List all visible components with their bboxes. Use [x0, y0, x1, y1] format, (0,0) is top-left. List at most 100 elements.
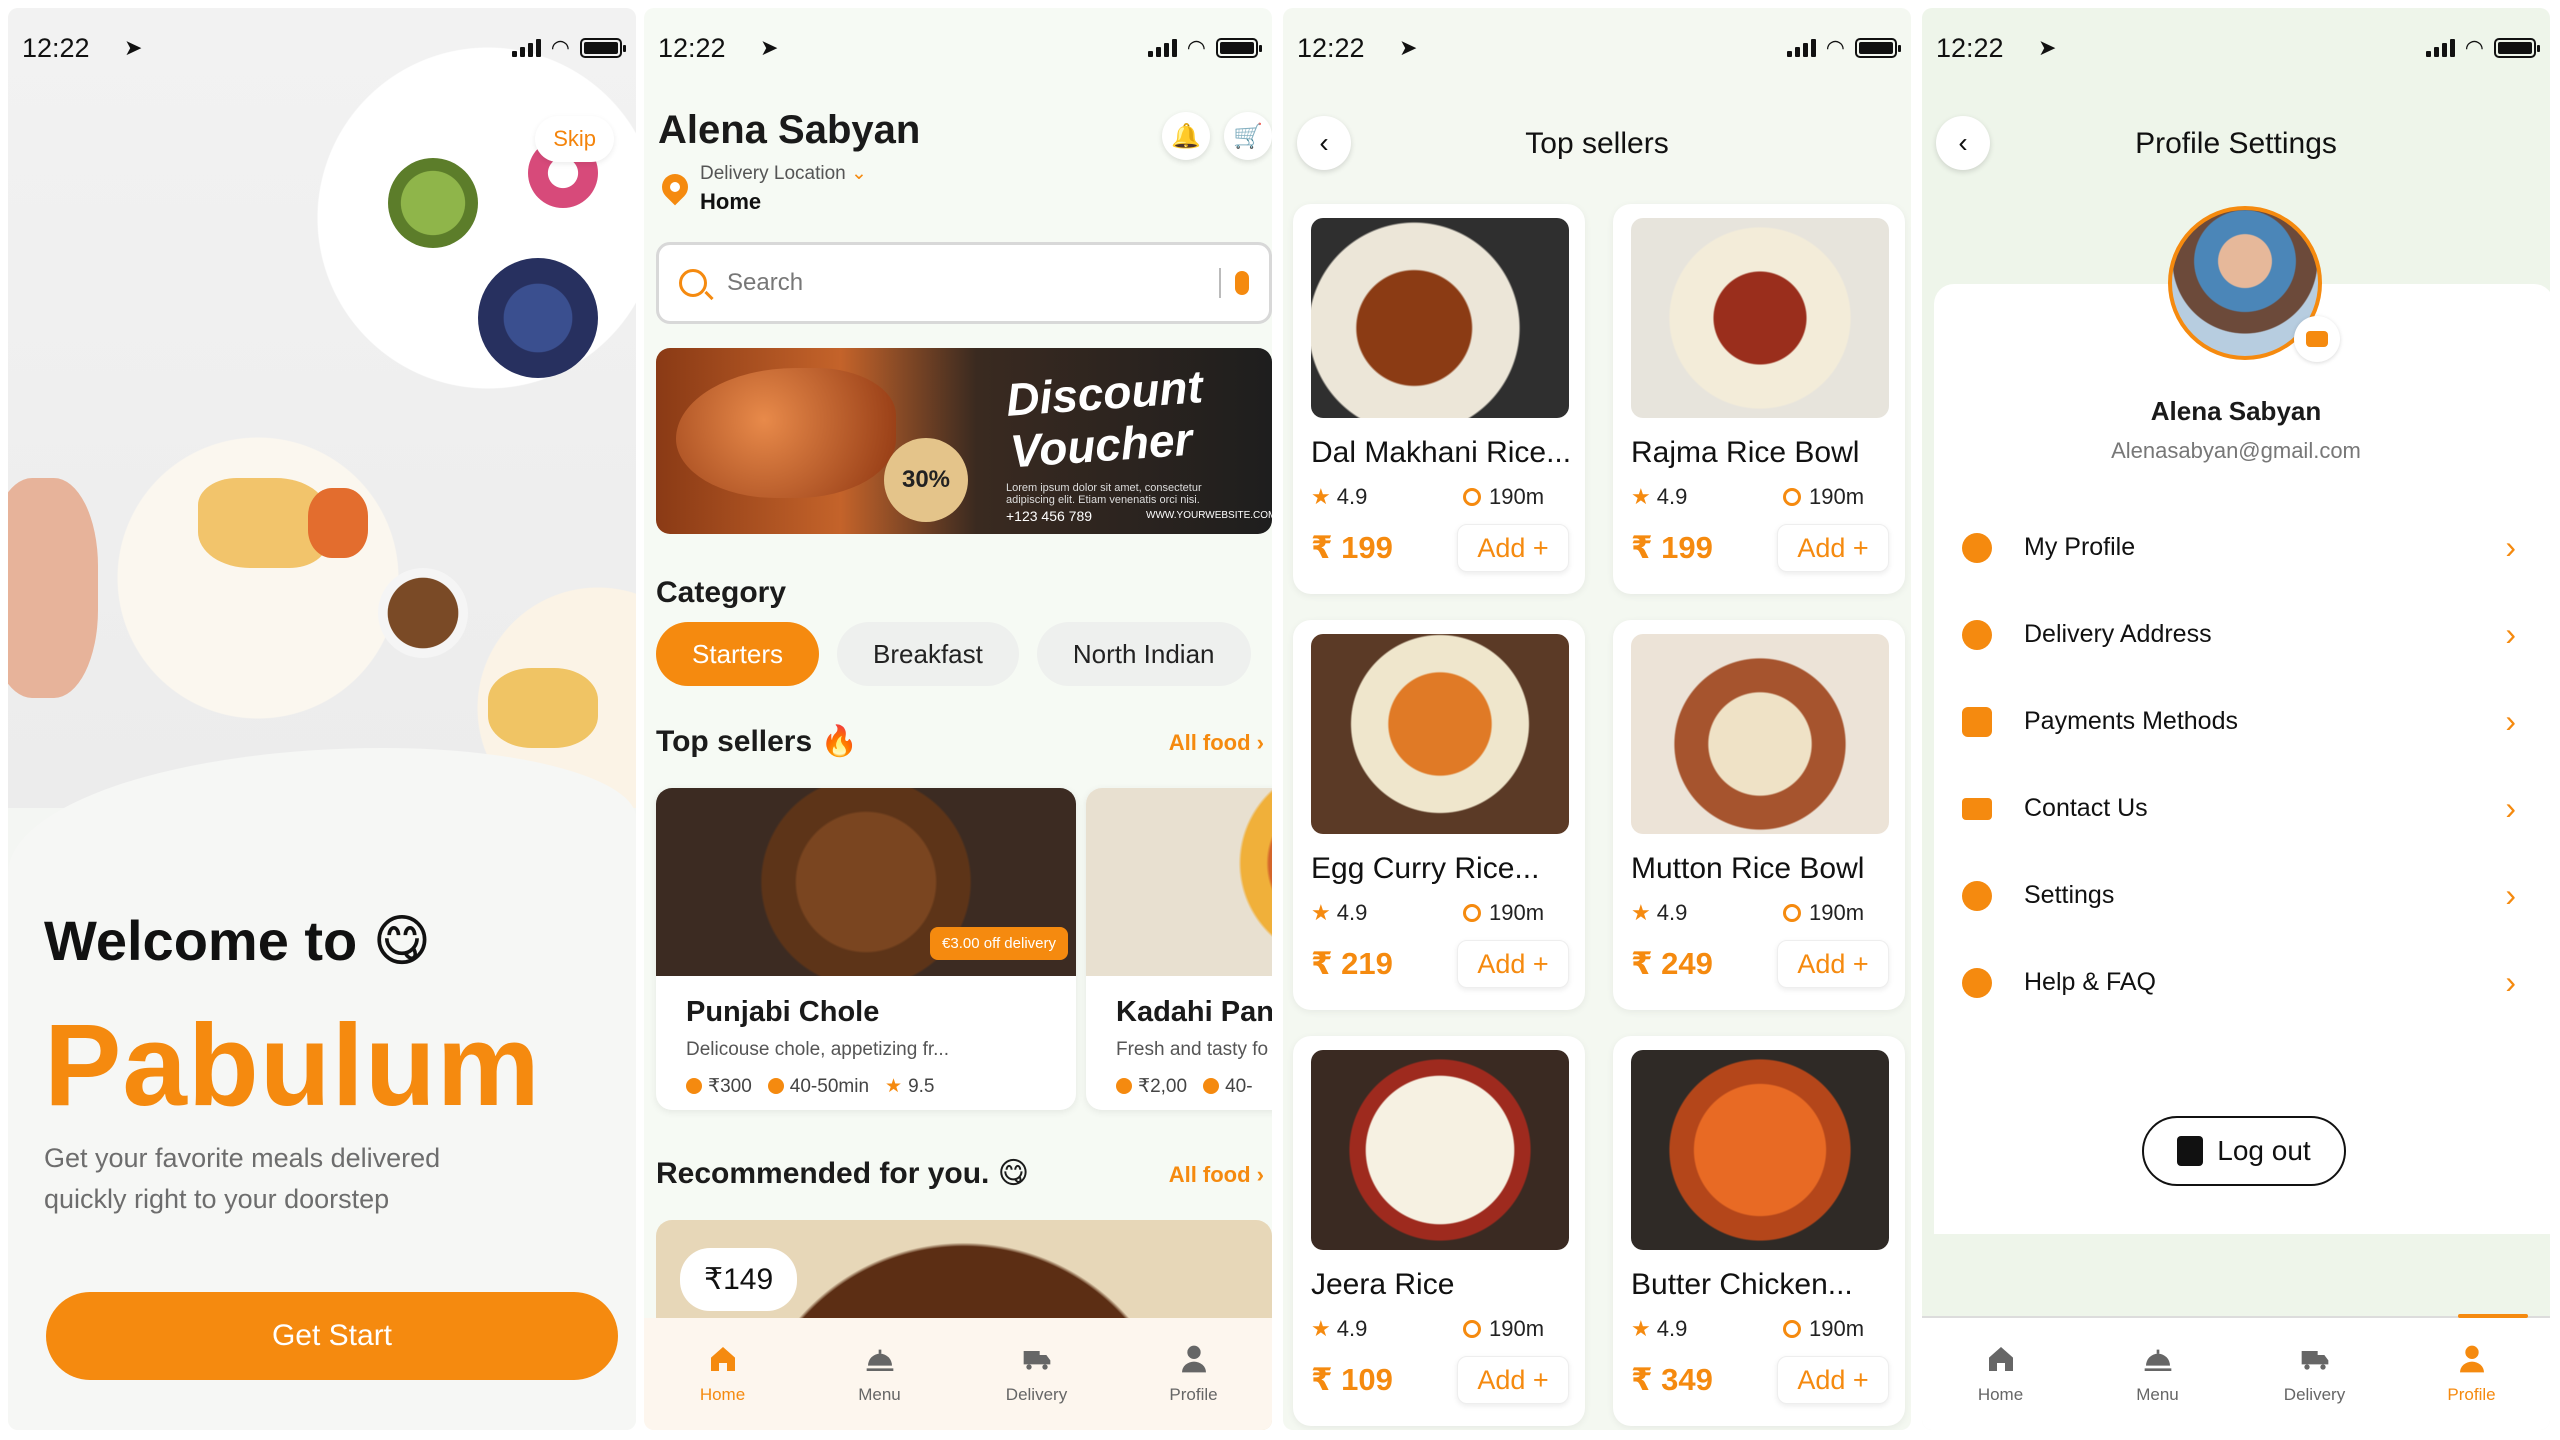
tab-profile[interactable]: Profile — [2417, 1343, 2527, 1405]
location-pin-icon — [1463, 904, 1481, 922]
menu-item-settings[interactable]: Settings › — [1962, 852, 2522, 939]
product-card[interactable]: Butter Chicken... ★ 4.9 190m ₹ 349 Add + — [1613, 1036, 1905, 1426]
card-name: Punjabi Chole — [686, 996, 880, 1028]
card-time: 40- — [1225, 1075, 1253, 1097]
profile-email: Alenasabyan@gmail.com — [2111, 438, 2361, 463]
product-card[interactable]: Mutton Rice Bowl ★ 4.9 190m ₹ 249 Add + — [1613, 620, 1905, 1010]
category-chip-breakfast[interactable]: Breakfast — [837, 622, 1019, 686]
egg-curry-image — [1311, 634, 1569, 834]
cellular-signal-icon — [2425, 39, 2455, 57]
status-bar: 12:22 ➤ ◠ — [644, 8, 1272, 88]
add-to-cart-button[interactable]: Add + — [1457, 1356, 1569, 1404]
product-price: ₹ 199 — [1631, 530, 1713, 565]
battery-icon — [580, 38, 626, 58]
battery-icon — [1855, 38, 1901, 58]
cloche-icon — [2144, 1349, 2171, 1371]
product-card[interactable]: Dal Makhani Rice... ★ 4.9 190m ₹ 199 Add … — [1293, 204, 1585, 594]
tab-home[interactable]: Home — [668, 1343, 778, 1405]
search-icon — [679, 269, 707, 297]
chevron-right-icon: › — [2505, 529, 2516, 565]
change-photo-button[interactable] — [2294, 316, 2340, 362]
search-input[interactable]: Search — [656, 242, 1272, 324]
product-card[interactable]: Rajma Rice Bowl ★ 4.9 190m ₹ 199 Add + — [1613, 204, 1905, 594]
recommended-title: Recommended for you. 😋 — [656, 1157, 1029, 1190]
user-icon — [2459, 1345, 2484, 1373]
tab-profile[interactable]: Profile — [1139, 1343, 1249, 1405]
add-to-cart-button[interactable]: Add + — [1777, 1356, 1889, 1404]
add-to-cart-button[interactable]: Add + — [1777, 524, 1889, 572]
all-food-link[interactable]: All food › — [1169, 730, 1264, 756]
product-rating: 4.9 — [1336, 1316, 1368, 1341]
bottom-tab-bar: Home Menu Delivery Profile — [1922, 1318, 2550, 1430]
cellular-signal-icon — [1786, 39, 1816, 57]
bell-icon: 🔔 — [1171, 122, 1201, 150]
all-food-link[interactable]: All food › — [1169, 1162, 1264, 1188]
tab-label: Home — [1977, 1385, 2024, 1404]
product-name: Butter Chicken... — [1631, 1268, 1853, 1301]
add-to-cart-button[interactable]: Add + — [1457, 940, 1569, 988]
microphone-icon[interactable] — [1235, 271, 1249, 295]
welcome-heading: Welcome to 😋 — [44, 909, 432, 972]
tab-label: Delivery — [1005, 1385, 1068, 1404]
top-seller-card[interactable]: €3.00 off delivery Punjabi Chole Delicou… — [656, 788, 1076, 1110]
camera-icon — [2306, 331, 2328, 347]
profile-settings-screen: 12:22 ➤ ◠ ‹ Profile Settings Alena Sabya… — [1922, 8, 2550, 1430]
product-price: ₹ 219 — [1311, 946, 1393, 981]
logout-button[interactable]: Log out — [2142, 1116, 2346, 1186]
product-name: Rajma Rice Bowl — [1631, 436, 1860, 469]
notification-bell-button[interactable]: 🔔 — [1162, 112, 1210, 160]
product-rating: 4.9 — [1656, 900, 1688, 925]
location-pin-icon — [1783, 1320, 1801, 1338]
tab-delivery[interactable]: Delivery — [982, 1343, 1092, 1405]
star-icon: ★ — [1631, 484, 1651, 509]
product-price: ₹ 199 — [1311, 530, 1393, 565]
cart-icon: 🛒 — [1233, 122, 1263, 150]
status-time: 12:22 — [658, 32, 726, 63]
discount-voucher-banner[interactable]: 30% Discount Voucher Lorem ipsum dolor s… — [656, 348, 1272, 534]
cellular-signal-icon — [511, 39, 541, 57]
home-screen: 12:22 ➤ ◠ Alena Sabyan Delivery Location… — [644, 8, 1272, 1430]
butter-chicken-image — [1631, 1050, 1889, 1250]
star-icon: ★ — [1311, 1316, 1331, 1341]
add-to-cart-button[interactable]: Add + — [1777, 940, 1889, 988]
category-chip-starters[interactable]: Starters — [656, 622, 820, 686]
product-distance: 190m — [1489, 1316, 1545, 1341]
top-sellers-title: Top sellers 🔥 — [656, 725, 858, 758]
menu-item-delivery-address[interactable]: Delivery Address › — [1962, 591, 2522, 678]
status-bar: 12:22 ➤ ◠ — [8, 8, 636, 88]
product-card[interactable]: Jeera Rice ★ 4.9 190m ₹ 109 Add + — [1293, 1036, 1585, 1426]
logout-icon — [2177, 1136, 2204, 1166]
tab-label: Menu — [2136, 1385, 2179, 1404]
tab-delivery[interactable]: Delivery — [2260, 1343, 2370, 1405]
skip-button[interactable]: Skip — [535, 116, 614, 162]
add-to-cart-button[interactable]: Add + — [1457, 524, 1569, 572]
top-seller-card[interactable]: Kadahi Paneer Fresh and tasty fo ₹2,00 4… — [1086, 788, 1272, 1110]
menu-item-my-profile[interactable]: My Profile › — [1962, 504, 2522, 591]
tab-menu[interactable]: Menu — [2103, 1343, 2213, 1405]
card-rating: 9.5 — [908, 1076, 935, 1097]
product-rating: 4.9 — [1656, 1316, 1688, 1341]
star-icon: ★ — [1311, 484, 1331, 509]
menu-item-label: Help & FAQ — [2024, 968, 2156, 996]
category-chip-north-indian[interactable]: North Indian — [1036, 622, 1251, 686]
menu-item-payment-methods[interactable]: Payments Methods › — [1962, 678, 2522, 765]
cart-button[interactable]: 🛒 — [1224, 112, 1272, 160]
tab-home[interactable]: Home — [1946, 1343, 2056, 1405]
star-icon: ★ — [1631, 900, 1651, 925]
page-title: Top sellers — [1525, 127, 1669, 160]
location-pin-icon — [1783, 904, 1801, 922]
delivery-location-value: Home — [700, 189, 762, 214]
settings-menu: My Profile › Delivery Address › Payments M… — [1962, 504, 2522, 1026]
wifi-icon: ◠ — [1186, 35, 1206, 60]
delivery-location-selector[interactable]: Delivery Location ⌄ Home — [656, 162, 867, 215]
menu-item-help-faq[interactable]: Help & FAQ › — [1962, 939, 2522, 1026]
product-card[interactable]: Egg Curry Rice... ★ 4.9 190m ₹ 219 Add + — [1293, 620, 1585, 1010]
tab-label: Profile — [1169, 1385, 1218, 1404]
banner-title-2: Voucher — [1008, 412, 1194, 478]
onboarding-screen: 12:22 ➤ ◠ Skip Welcome to 😋 Pabulum Get … — [8, 8, 636, 1430]
get-start-button[interactable]: Get Start — [46, 1292, 618, 1380]
timer-icon — [767, 1077, 784, 1094]
menu-item-contact-us[interactable]: Contact Us › — [1962, 765, 2522, 852]
tab-menu[interactable]: Menu — [825, 1343, 935, 1405]
top-sellers-screen: 12:22 ➤ ◠ ‹ Top sellers Dal Makhani Rice… — [1283, 8, 1911, 1430]
